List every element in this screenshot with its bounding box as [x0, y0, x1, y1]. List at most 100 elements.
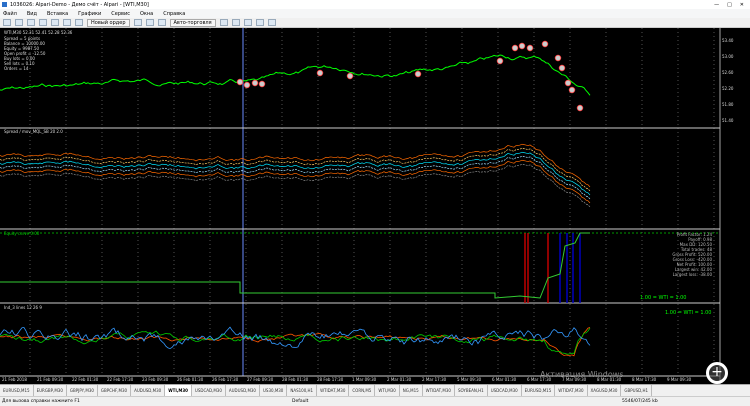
chart-tabs: EURUSD,M15 EURGBP,M30 GBPJPY,M30 GBPCHF,M30… [0, 384, 750, 396]
minimize-button[interactable]: — [714, 2, 719, 8]
toolbar: Новый ордер Авто-торговля [0, 18, 750, 28]
tab-4[interactable]: AUDUSD,M30 [131, 385, 166, 396]
menu-item-5[interactable]: Окна [140, 11, 153, 17]
trade-marker [346, 72, 354, 80]
time-label: 28 Feb 17:30 [317, 377, 344, 382]
title-bar: 1036026: Alpari-Demo - Демо счёт - Alpar… [0, 0, 750, 9]
trade-marker [258, 80, 266, 88]
panel4-right-label: 1.00 = WTI = 1.00 [665, 310, 712, 316]
window-title: 1036026: Alpari-Demo - Демо счёт - Alpar… [10, 1, 149, 8]
tab-0[interactable]: EURUSD,M15 [0, 385, 34, 396]
tab-14[interactable]: WTIDAT,M30 [423, 385, 455, 396]
price-label: 51.80 [722, 102, 734, 107]
time-label: 5 Mar 09:30 [457, 377, 482, 382]
time-label: 26 Feb 01:30 [177, 377, 204, 382]
price-label: 53.40 [722, 38, 734, 43]
options-icon[interactable] [145, 19, 154, 26]
tab-11[interactable]: CORN,M5 [349, 385, 376, 396]
trade-marker [564, 79, 572, 87]
trade-marker [526, 44, 534, 52]
bar-chart-icon[interactable] [219, 19, 228, 26]
menu-item-6[interactable]: Справка [163, 11, 185, 17]
tab-17[interactable]: EURUSD,M15 [522, 385, 556, 396]
tab-2[interactable]: GBPJPY,M30 [67, 385, 98, 396]
trade-marker [511, 44, 519, 52]
zoom-in-icon[interactable]: + [706, 362, 728, 384]
trade-marker [576, 104, 584, 112]
info-line: Orders = 14 [4, 66, 29, 71]
line-chart-icon[interactable] [243, 19, 252, 26]
zoom-in-icon[interactable] [255, 19, 264, 26]
tab-9[interactable]: NAS100,H1 [287, 385, 318, 396]
panel3-label: Equity curve 0.00 [4, 231, 40, 236]
menu-item-1[interactable]: Вид [27, 11, 37, 17]
price-label: 51.40 [722, 118, 734, 123]
panel3-footer: 1.00 = WTI = 1.00 [640, 295, 687, 301]
zoom-out-icon[interactable] [267, 19, 276, 26]
band-line [0, 147, 591, 192]
tab-20[interactable]: GBPUSD,H1 [621, 385, 653, 396]
trade-marker [518, 42, 526, 50]
tab-13[interactable]: NG,M15 [400, 385, 423, 396]
time-label: 6 Mar 01:30 [492, 377, 517, 382]
trade-marker [236, 78, 244, 86]
tab-5[interactable]: WTI,M30 [165, 385, 192, 396]
chart-canvas [0, 28, 721, 384]
time-label: 27 Feb 09:30 [247, 377, 274, 382]
price-label: 53.00 [722, 54, 734, 59]
trade-marker [541, 40, 549, 48]
navigator-icon[interactable] [39, 19, 47, 26]
tab-12[interactable]: WTI,M30 [375, 385, 400, 396]
trade-marker [568, 86, 576, 94]
menu-item-3[interactable]: Графики [78, 11, 101, 17]
time-label: 23 Feb 09:30 [142, 377, 169, 382]
new-order-button[interactable]: Новый ордер [87, 18, 130, 27]
tab-19[interactable]: XAGUSD,M30 [588, 385, 622, 396]
tab-1[interactable]: EURGBP,M30 [34, 385, 67, 396]
menu-item-0[interactable]: Файл [3, 11, 17, 17]
symbol-info: WTI,M30 52.31 52.41 52.28 52.36 [4, 30, 73, 35]
signals-icon[interactable] [157, 19, 166, 26]
close-button[interactable]: ✕ [740, 2, 744, 8]
candle-chart-icon[interactable] [231, 19, 240, 26]
data-window-icon[interactable] [51, 19, 59, 26]
tab-6[interactable]: USDCAD,M30 [192, 385, 226, 396]
panel3-stats: Profit Factor: 1.24 Payoff: 0.98 Max DD: 1… [672, 232, 712, 277]
menu-item-4[interactable]: Сервис [111, 11, 130, 17]
tab-10[interactable]: WTIDAT,M30 [317, 385, 350, 396]
time-label: 21 Feb 2018 [2, 377, 27, 382]
market-watch-icon[interactable] [27, 19, 35, 26]
time-label: 21 Feb 09:30 [37, 377, 64, 382]
tab-18[interactable]: WTIDAT,M30 [555, 385, 588, 396]
status-traffic: 5546/07/245 kb [622, 399, 658, 404]
chart-window[interactable]: WTI,M30 52.31 52.41 52.28 52.36 Spread =… [0, 28, 750, 384]
menu-bar: Файл Вид Вставка Графики Сервис Окна Справка [0, 9, 750, 18]
status-profile: Default [292, 399, 309, 404]
menu-item-2[interactable]: Вставка [47, 11, 68, 17]
maximize-button[interactable]: □ [727, 2, 732, 8]
tester-icon[interactable] [75, 19, 83, 26]
panel2-label: Spread / mov_MQL_SB 20 2.0 [4, 129, 63, 134]
trade-marker [414, 70, 422, 78]
activation-watermark: Активация Windows [540, 370, 624, 379]
tab-16[interactable]: USDCAD,M30 [488, 385, 522, 396]
tab-3[interactable]: GBPCHF,M30 [98, 385, 132, 396]
equity-line [0, 232, 590, 299]
tab-15[interactable]: SOYBEAN,H1 [455, 385, 488, 396]
band-line [0, 163, 591, 208]
new-chart-icon[interactable] [3, 19, 11, 26]
time-label: 9 Mar 09:30 [667, 377, 692, 382]
metaeditor-icon[interactable] [133, 19, 142, 26]
oscillator-line [0, 326, 591, 350]
status-bar: Для вызова справки нажмите F1 Default 55… [0, 396, 750, 406]
tab-8[interactable]: US30,M30 [260, 385, 288, 396]
profiles-icon[interactable] [15, 19, 23, 26]
autotrading-button[interactable]: Авто-торговля [169, 18, 216, 27]
trade-marker [496, 57, 504, 65]
time-label: 26 Feb 17:30 [212, 377, 239, 382]
time-label: 22 Feb 17:30 [107, 377, 134, 382]
terminal-icon[interactable] [63, 19, 71, 26]
time-label: 22 Feb 01:30 [72, 377, 99, 382]
trade-marker [316, 69, 324, 77]
tab-7[interactable]: AUDUSD,M30 [226, 385, 260, 396]
